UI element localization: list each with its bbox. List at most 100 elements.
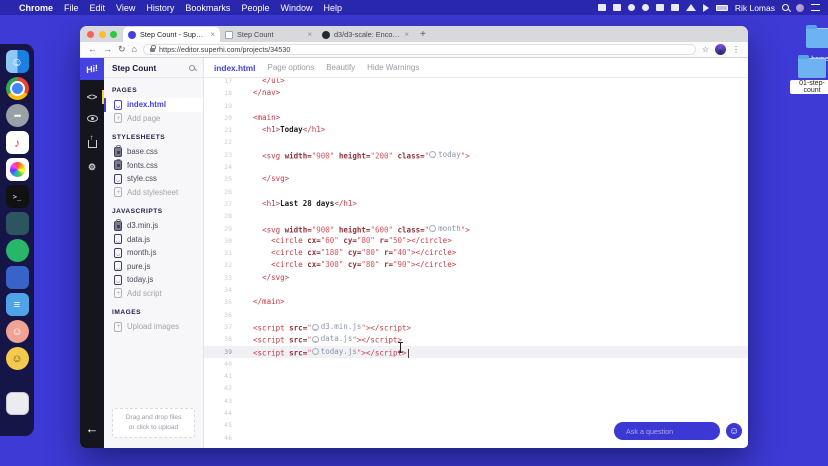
music-dock-icon[interactable]: ♪	[5, 131, 29, 154]
code-line-28[interactable]: 28	[204, 210, 748, 222]
tab-close-icon[interactable]: ×	[210, 30, 215, 39]
code-line-21[interactable]: 21 <h1>Today</h1>	[204, 124, 748, 136]
notification-center-icon[interactable]	[811, 4, 820, 11]
code-line-27[interactable]: 27 <h1>Last 28 days</h1>	[204, 198, 748, 210]
sidebar-item-base-css[interactable]: base.css	[104, 145, 203, 159]
wifi-icon[interactable]	[685, 4, 696, 11]
help-smiley-button[interactable]: ☺	[726, 423, 742, 439]
record-icon[interactable]	[641, 4, 649, 11]
browser-menu-icon[interactable]: ⋮	[732, 45, 740, 54]
browser-tab-0[interactable]: Step Count - SuperHi ×	[123, 27, 220, 42]
code-line-25[interactable]: 25 </svg>	[204, 173, 748, 185]
code-line-31[interactable]: 31 <circle cx="180" cy="80" r="40"></cir…	[204, 247, 748, 259]
menu-item-help[interactable]: Help	[323, 3, 342, 13]
menu-item-window[interactable]: Window	[280, 3, 312, 13]
file-reference-chip[interactable]: d3.min.js	[311, 321, 361, 333]
pink-face-dock-icon[interactable]: ☺	[5, 320, 29, 343]
code-line-42[interactable]: 42	[204, 382, 748, 394]
code-line-32[interactable]: 32 <circle cx="300" cy="80" r="90"></cir…	[204, 259, 748, 271]
file-upload-dropzone[interactable]: Drag and drop files or click to upload	[112, 408, 195, 438]
menu-item-people[interactable]: People	[241, 3, 269, 13]
yellow-face-dock-icon[interactable]: ☺	[5, 347, 29, 370]
volume-icon[interactable]	[702, 3, 709, 12]
sidebar-item-add-stylesheet[interactable]: Add stylesheet	[104, 186, 203, 200]
code-line-22[interactable]: 22	[204, 136, 748, 148]
profile-avatar[interactable]	[715, 44, 726, 55]
address-bar[interactable]: https://editor.superhi.com/projects/3453…	[142, 44, 696, 55]
code-line-17[interactable]: 17 </ul>	[204, 78, 748, 87]
browser-tab-1[interactable]: Step Count ×	[220, 27, 317, 42]
menubar-username[interactable]: Rik Lomas	[735, 3, 775, 13]
code-line-18[interactable]: 18 </nav>	[204, 87, 748, 99]
chrome-dock-icon[interactable]	[5, 77, 29, 100]
code-editor[interactable]: 17 </ul> 18 </nav> 19 20 <main> 21 <h1>Today…	[204, 78, 748, 448]
finder-dock-icon[interactable]: ☺	[5, 50, 29, 73]
code-line-30[interactable]: 30 <circle cx="60" cy="80" r="50"></circ…	[204, 235, 748, 247]
code-line-20[interactable]: 20 <main>	[204, 112, 748, 124]
minimize-window-button[interactable]	[98, 30, 106, 38]
share-upload-icon[interactable]	[80, 133, 104, 150]
back-to-dashboard-button[interactable]: ←	[86, 421, 99, 436]
back-button[interactable]: ←	[88, 45, 97, 54]
shield-icon[interactable]	[612, 4, 621, 11]
code-line-24[interactable]: 24	[204, 161, 748, 173]
terminal-dock-icon[interactable]: >_	[5, 185, 29, 208]
sidebar-item-add-script[interactable]: Add script	[104, 287, 203, 301]
code-line-33[interactable]: 33 </svg>	[204, 272, 748, 284]
sidebar-item-today-js[interactable]: today.js	[104, 273, 203, 287]
tab-close-icon[interactable]: ×	[404, 30, 409, 39]
sidebar-item-data-js[interactable]: data.js	[104, 233, 203, 247]
search-icon[interactable]	[189, 64, 195, 71]
menu-item-history[interactable]: History	[146, 3, 174, 13]
sidebar-item-index-html[interactable]: index.html	[104, 98, 203, 112]
green-app-dock-icon[interactable]	[5, 239, 29, 262]
code-line-23[interactable]: 23 <svg width="900" height="200" class="…	[204, 149, 748, 161]
code-line-36[interactable]: 36	[204, 309, 748, 321]
teal-app-dock-icon[interactable]	[5, 212, 29, 235]
photos-dock-icon[interactable]	[5, 158, 29, 181]
battery-icon[interactable]	[715, 4, 728, 11]
bookmark-star-icon[interactable]: ☆	[702, 45, 709, 54]
monitor-icon[interactable]	[670, 4, 679, 11]
desktop-folder-step-count[interactable]: 01-step-count	[790, 55, 828, 97]
home-button[interactable]: ⌂	[132, 45, 137, 54]
sidebar-item-add-page[interactable]: Add page	[104, 112, 203, 126]
code-line-38[interactable]: 38 <script src=" data.js "></script>	[204, 333, 748, 345]
trash-dock-icon[interactable]	[5, 392, 29, 415]
settings-gear-icon[interactable]: ⚙	[80, 162, 104, 173]
preview-eye-icon[interactable]	[80, 114, 104, 124]
plus-icon[interactable]	[655, 4, 664, 11]
page-options-button[interactable]: Page options	[268, 63, 315, 72]
menu-item-view[interactable]: View	[116, 3, 135, 13]
blue-app-dock-icon[interactable]	[5, 266, 29, 289]
siri-icon[interactable]	[796, 3, 804, 12]
messages-dock-icon[interactable]: •••	[5, 104, 29, 127]
code-line-34[interactable]: 34	[204, 284, 748, 296]
file-reference-chip[interactable]: month	[429, 223, 461, 235]
zoom-window-button[interactable]	[110, 30, 117, 38]
menu-item-file[interactable]: File	[64, 3, 79, 13]
code-line-39[interactable]: 39 <script src=" today.js "></script>	[204, 345, 748, 358]
menu-item-bookmarks[interactable]: Bookmarks	[185, 3, 230, 13]
sidebar-item-month-js[interactable]: month.js	[104, 246, 203, 260]
sidebar-item-style-css[interactable]: style.css	[104, 172, 203, 186]
sidebar-item-d3-min-js[interactable]: d3.min.js	[104, 219, 203, 233]
close-window-button[interactable]	[87, 30, 94, 38]
spotlight-search-icon[interactable]	[782, 4, 789, 11]
beautify-button[interactable]: Beautify	[326, 63, 355, 72]
code-line-43[interactable]: 43	[204, 395, 748, 407]
display-mirror-icon[interactable]	[597, 4, 606, 11]
file-reference-chip[interactable]: data.js	[311, 333, 352, 345]
menu-item-chrome[interactable]: Chrome	[19, 3, 53, 13]
new-tab-button[interactable]: +	[420, 29, 426, 40]
hide-warnings-button[interactable]: Hide Warnings	[367, 63, 419, 72]
code-line-41[interactable]: 41	[204, 370, 748, 382]
sidebar-item-upload-images[interactable]: Upload images	[104, 320, 203, 334]
code-line-19[interactable]: 19	[204, 100, 748, 112]
file-reference-chip[interactable]: today.js	[311, 346, 357, 358]
code-line-26[interactable]: 26	[204, 186, 748, 198]
forward-button[interactable]: →	[103, 45, 112, 54]
sidebar-item-pure-js[interactable]: pure.js	[104, 260, 203, 274]
code-view-icon[interactable]: <>	[80, 90, 104, 104]
code-line-40[interactable]: 40	[204, 358, 748, 370]
